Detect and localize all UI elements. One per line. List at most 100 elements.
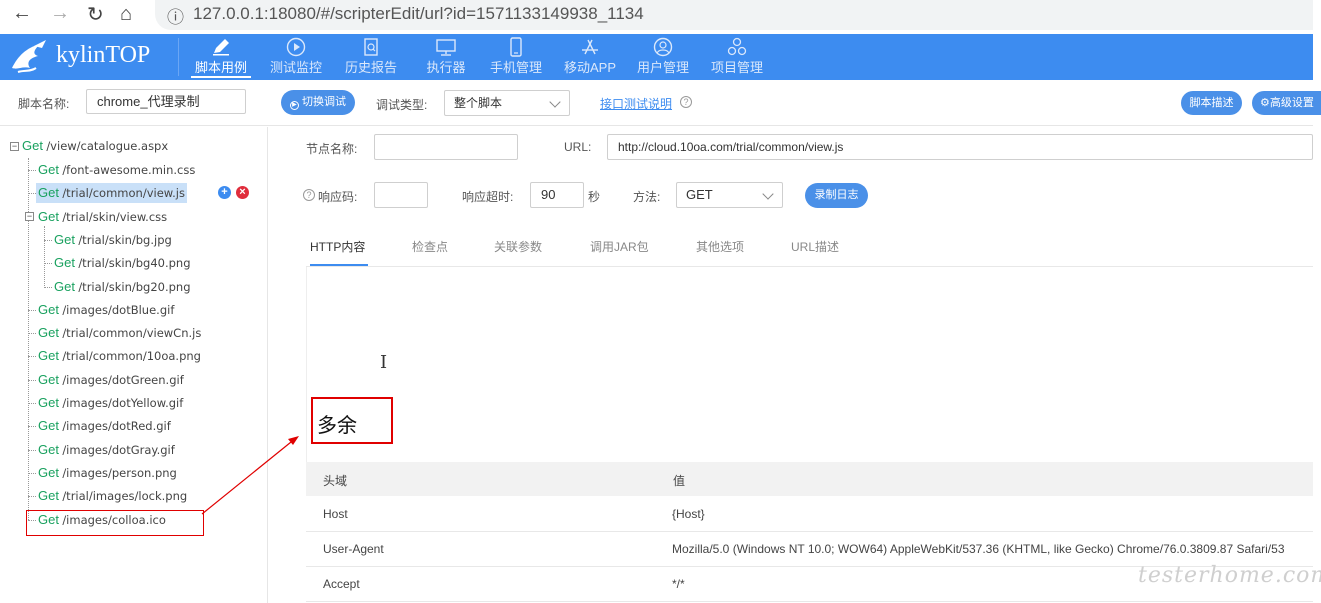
tree-node[interactable]: Get /images/dotRed.gif xyxy=(38,416,171,436)
browser-toolbar: ← → ↻ ⌂ ⓘ 127.0.0.1:18080/#/scripterEdit… xyxy=(0,0,1321,34)
script-description-button[interactable]: 脚本描述 xyxy=(1181,91,1242,115)
tree-node[interactable]: Get /trial/images/lock.png xyxy=(38,486,187,506)
header-field-cell: Accept xyxy=(323,577,360,591)
menu-project-management[interactable]: 项目管理 xyxy=(707,34,767,80)
tree-node[interactable]: Get /images/dotGray.gif xyxy=(38,440,175,460)
node-path: /trial/skin/bg20.png xyxy=(78,279,191,294)
method-label: 方法: xyxy=(633,190,661,204)
node-method: Get xyxy=(22,138,43,153)
home-icon[interactable]: ⌂ xyxy=(120,3,132,26)
annotation-label: 多余 xyxy=(317,415,357,437)
tree-node[interactable]: Get /trial/skin/bg.jpg xyxy=(54,230,172,250)
node-method: Get xyxy=(38,371,59,387)
watermark: testerhome.com xyxy=(1138,563,1321,588)
tree-node[interactable]: Get /images/dotGreen.gif xyxy=(38,370,184,390)
node-name-input[interactable] xyxy=(374,134,518,160)
node-path: /trial/images/lock.png xyxy=(62,489,188,504)
api-help-link[interactable]: 接口测试说明 xyxy=(600,95,672,112)
menu-label: 项目管理 xyxy=(710,60,763,75)
menu-label: 历史报告 xyxy=(344,60,397,75)
node-path: /font-awesome.min.css xyxy=(62,163,196,177)
menu-user-management[interactable]: 用户管理 xyxy=(633,34,693,80)
tab-correlation-params[interactable]: 关联参数 xyxy=(494,238,542,266)
node-name-label: 节点名称: xyxy=(306,142,358,156)
menu-phone-management[interactable]: 手机管理 xyxy=(486,34,546,80)
node-path: /images/person.png xyxy=(62,465,177,480)
tree-node[interactable]: Get /trial/skin/view.css xyxy=(38,207,167,227)
node-method: Get xyxy=(38,418,59,434)
collapse-toggle-icon[interactable]: − xyxy=(10,142,19,151)
node-path: /trial/skin/bg40.png xyxy=(78,256,191,271)
debug-type-select[interactable]: 整个脚本 xyxy=(444,90,570,116)
menu-executor[interactable]: 执行器 xyxy=(422,34,470,80)
menu-mobile-app[interactable]: 移动APP xyxy=(559,34,621,80)
tree-node[interactable]: Get /trial/common/viewCn.js xyxy=(38,323,201,343)
node-method: Get xyxy=(38,395,59,410)
tree-node[interactable]: Get /trial/common/10oa.png xyxy=(38,346,201,366)
url-label: URL: xyxy=(564,140,592,154)
site-info-icon[interactable]: ⓘ xyxy=(167,3,184,28)
tree-connector xyxy=(44,239,52,241)
tree-node[interactable]: Get /trial/skin/bg40.png xyxy=(54,253,191,273)
table-row[interactable]: User-Agent Mozilla/5.0 (Windows NT 10.0;… xyxy=(306,532,1313,567)
pencil-icon xyxy=(191,34,251,60)
tree-connector xyxy=(28,449,36,451)
table-row[interactable]: Host {Host} xyxy=(306,497,1313,532)
menu-label: 移动APP xyxy=(563,60,616,75)
project-icon xyxy=(707,34,767,60)
tree-connector xyxy=(28,379,36,381)
collapse-toggle-icon[interactable]: − xyxy=(25,212,34,221)
response-code-input[interactable] xyxy=(374,182,428,208)
menu-test-monitor[interactable]: 测试监控 xyxy=(265,34,327,80)
tree-connector xyxy=(28,193,36,195)
help-question-icon[interactable]: ? xyxy=(303,189,315,201)
script-name-input[interactable]: chrome_代理录制 xyxy=(86,89,246,114)
debug-type-value: 整个脚本 xyxy=(454,96,503,110)
http-content-area[interactable] xyxy=(306,267,1313,462)
tab-checkpoints[interactable]: 检查点 xyxy=(412,238,448,266)
play-icon xyxy=(265,34,327,60)
node-path: /trial/common/viewCn.js xyxy=(62,326,202,341)
tree-node[interactable]: Get /images/dotYellow.gif xyxy=(38,393,183,413)
method-value: GET xyxy=(686,187,713,202)
report-icon xyxy=(341,34,401,60)
tab-url-description[interactable]: URL描述 xyxy=(791,238,839,266)
node-method: Get xyxy=(38,185,59,201)
node-path: /view/catalogue.aspx xyxy=(46,139,169,153)
phone-icon xyxy=(486,34,546,60)
tree-node[interactable]: Get /font-awesome.min.css xyxy=(38,160,195,180)
url-input[interactable]: http://cloud.10oa.com/trial/common/view.… xyxy=(607,134,1313,160)
help-question-icon[interactable]: ? xyxy=(680,96,692,108)
column-header-value: 值 xyxy=(673,474,686,488)
back-arrow-icon[interactable]: ← xyxy=(12,2,32,25)
column-header-field: 头域 xyxy=(323,474,348,488)
tree-connector xyxy=(28,356,36,358)
tree-connector xyxy=(28,496,36,498)
appstore-icon xyxy=(559,34,621,60)
tree-node[interactable]: Get /trial/skin/bg20.png xyxy=(54,277,191,297)
tab-http-content[interactable]: HTTP内容 xyxy=(310,238,368,266)
reload-icon[interactable]: ↻ xyxy=(87,2,104,27)
tab-other-options[interactable]: 其他选项 xyxy=(696,238,744,266)
switch-debug-button[interactable]: ▶ 切换调试 xyxy=(281,90,355,115)
tab-call-jar[interactable]: 调用JAR包 xyxy=(590,238,649,266)
timeout-label: 响应超时: xyxy=(462,190,514,204)
address-bar[interactable]: ⓘ 127.0.0.1:18080/#/scripterEdit/url?id=… xyxy=(155,0,1313,30)
menu-history-report[interactable]: 历史报告 xyxy=(341,34,401,80)
node-method: Get xyxy=(38,488,59,504)
tree-root-node[interactable]: Get /view/catalogue.aspx xyxy=(22,136,168,156)
add-node-icon[interactable]: + xyxy=(218,186,231,199)
timeout-input[interactable]: 90 xyxy=(530,182,584,208)
tree-node[interactable]: Get /trial/common/view.js xyxy=(36,183,187,204)
tree-node[interactable]: Get /images/dotBlue.gif xyxy=(38,300,174,320)
menu-scripts[interactable]: 脚本用例 xyxy=(191,34,251,80)
node-path: /images/dotYellow.gif xyxy=(62,396,184,410)
tree-node[interactable]: Get /images/person.png xyxy=(38,463,177,483)
method-select[interactable]: GET xyxy=(676,182,783,208)
gear-icon: ⚙ xyxy=(1260,97,1270,109)
delete-node-icon[interactable]: × xyxy=(236,186,249,199)
record-log-button[interactable]: 录制日志 xyxy=(805,183,868,208)
menu-divider xyxy=(178,38,179,76)
advanced-settings-button[interactable]: ⚙高级设置 xyxy=(1252,91,1321,115)
forward-arrow-icon[interactable]: → xyxy=(50,2,70,25)
